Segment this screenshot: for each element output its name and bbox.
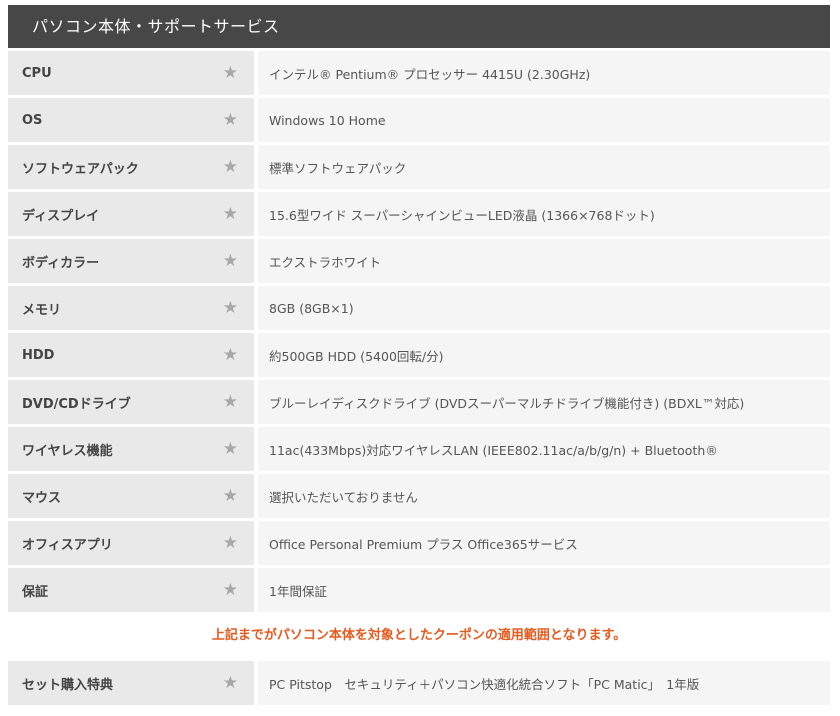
spec-label: オフィスアプリ — [22, 537, 113, 553]
star-icon[interactable]: ★ — [223, 393, 238, 411]
spec-label-cell: メモリ ★ — [8, 286, 254, 330]
spec-label: マウス — [22, 490, 62, 506]
spec-label: OS — [22, 112, 43, 128]
spec-label: CPU — [22, 65, 52, 81]
spec-value: 15.6型ワイド スーパーシャインビューLED液晶 (1366×768ドット) — [258, 192, 830, 236]
spec-label-cell: マウス ★ — [8, 474, 254, 518]
spec-label-cell: ディスプレイ ★ — [8, 192, 254, 236]
spec-label-cell: HDD ★ — [8, 333, 254, 377]
spec-label-cell: セット購入特典 ★ — [8, 661, 254, 705]
spec-row-os: OS ★ Windows 10 Home — [8, 98, 830, 142]
spec-label-cell: ボディカラー ★ — [8, 239, 254, 283]
spec-row-mouse: マウス ★ 選択いただいておりません — [8, 474, 830, 518]
star-icon[interactable]: ★ — [223, 158, 238, 176]
spec-label: 保証 — [22, 584, 49, 600]
spec-label: ソフトウェアパック — [22, 161, 139, 177]
star-icon[interactable]: ★ — [223, 440, 238, 458]
spec-label-cell: DVD/CDドライブ ★ — [8, 380, 254, 424]
star-icon[interactable]: ★ — [223, 674, 238, 692]
spec-row-cpu: CPU ★ インテル® Pentium® プロセッサー 4415U (2.30G… — [8, 51, 830, 95]
spec-row-warranty: 保証 ★ 1年間保証 — [8, 568, 830, 612]
spec-label-cell: 保証 ★ — [8, 568, 254, 612]
spec-value: PC Pitstop セキュリティ＋パソコン快適化統合ソフト「PC Matic」… — [258, 661, 830, 705]
spec-row-memory: メモリ ★ 8GB (8GB×1) — [8, 286, 830, 330]
spec-row-office-app: オフィスアプリ ★ Office Personal Premium プラス Of… — [8, 521, 830, 565]
spec-label: HDD — [22, 347, 55, 363]
spec-label-cell: CPU ★ — [8, 51, 254, 95]
bonus-table: セット購入特典 ★ PC Pitstop セキュリティ＋パソコン快適化統合ソフト… — [8, 661, 830, 708]
spec-row-wireless: ワイヤレス機能 ★ 11ac(433Mbps)対応ワイヤレスLAN (IEEE8… — [8, 427, 830, 471]
spec-label-cell: オフィスアプリ ★ — [8, 521, 254, 565]
spec-row-hdd: HDD ★ 約500GB HDD (5400回転/分) — [8, 333, 830, 377]
star-icon[interactable]: ★ — [223, 111, 238, 129]
spec-row-software-pack: ソフトウェアパック ★ 標準ソフトウェアパック — [8, 145, 830, 189]
star-icon[interactable]: ★ — [223, 581, 238, 599]
star-icon[interactable]: ★ — [223, 299, 238, 317]
spec-value: 1年間保証 — [258, 568, 830, 612]
spec-label: ワイヤレス機能 — [22, 443, 113, 459]
spec-value: エクストラホワイト — [258, 239, 830, 283]
star-icon[interactable]: ★ — [223, 346, 238, 364]
spec-value: 約500GB HDD (5400回転/分) — [258, 333, 830, 377]
spec-label: ボディカラー — [22, 255, 100, 271]
spec-value: 8GB (8GB×1) — [258, 286, 830, 330]
spec-row-set-bonus: セット購入特典 ★ PC Pitstop セキュリティ＋パソコン快適化統合ソフト… — [8, 661, 830, 705]
spec-value: 11ac(433Mbps)対応ワイヤレスLAN (IEEE802.11ac/a/… — [258, 427, 830, 471]
star-icon[interactable]: ★ — [223, 252, 238, 270]
section-title: パソコン本体・サポートサービス — [32, 17, 280, 36]
spec-value: 標準ソフトウェアパック — [258, 145, 830, 189]
spec-label: セット購入特典 — [22, 677, 114, 693]
spec-label-cell: ソフトウェアパック ★ — [8, 145, 254, 189]
spec-label: ディスプレイ — [22, 208, 100, 224]
spec-label: DVD/CDドライブ — [22, 396, 131, 412]
spec-row-display: ディスプレイ ★ 15.6型ワイド スーパーシャインビューLED液晶 (1366… — [8, 192, 830, 236]
star-icon[interactable]: ★ — [223, 534, 238, 552]
coupon-scope-notice: 上記までがパソコン本体を対象としたクーポンの適用範囲となります。 — [211, 628, 627, 643]
spec-row-optical-drive: DVD/CDドライブ ★ ブルーレイディスクドライブ (DVDスーパーマルチドラ… — [8, 380, 830, 424]
star-icon[interactable]: ★ — [223, 487, 238, 505]
spec-value: Office Personal Premium プラス Office365サービ… — [258, 521, 830, 565]
spec-label: メモリ — [22, 302, 62, 318]
spec-label-cell: OS ★ — [8, 98, 254, 142]
spec-row-body-color: ボディカラー ★ エクストラホワイト — [8, 239, 830, 283]
star-icon[interactable]: ★ — [223, 205, 238, 223]
spec-value: Windows 10 Home — [258, 98, 830, 142]
spec-value: インテル® Pentium® プロセッサー 4415U (2.30GHz) — [258, 51, 830, 95]
spec-value: 選択いただいておりません — [258, 474, 830, 518]
section-header: パソコン本体・サポートサービス — [8, 5, 830, 48]
star-icon[interactable]: ★ — [223, 64, 238, 82]
spec-table: CPU ★ インテル® Pentium® プロセッサー 4415U (2.30G… — [8, 51, 830, 615]
spec-value: ブルーレイディスクドライブ (DVDスーパーマルチドライブ機能付き) (BDXL… — [258, 380, 830, 424]
spec-label-cell: ワイヤレス機能 ★ — [8, 427, 254, 471]
